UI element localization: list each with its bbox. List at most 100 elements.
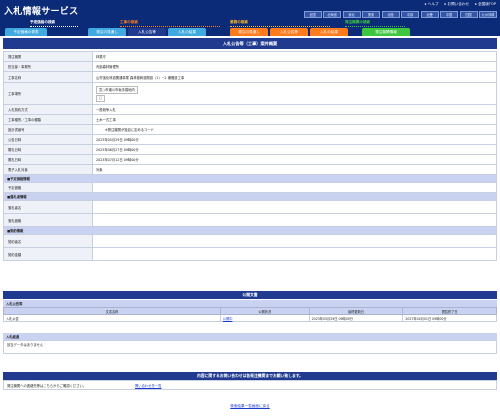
table-header-row: 文書名称 公開状況 最終更新日 閲覧終了日 — [3, 307, 497, 315]
row-value: 富○市潮川市坂手橋地内 □ — [92, 82, 497, 105]
table-row: 開札日時 2023年07月12日 09時00分 — [3, 154, 497, 165]
row-value: 土木一式工事 — [92, 114, 497, 125]
category-koji[interactable]: 工事の検索 — [120, 20, 220, 28]
region-tab-kanto[interactable]: 関東 — [362, 11, 380, 18]
nav-tabs: 予定価格の発表 発注の見通し 入札公告等 入札の結果 発注の見通し 入札公告等 … — [0, 28, 500, 36]
row-key: 公告日時 — [3, 134, 93, 145]
table-row: 電子入札対象 対象 — [3, 164, 497, 175]
document-updated: 2023年05月29日 09時00分 — [308, 314, 404, 322]
case-summary: 入札公告等（工事）案件概要 発注機関 林業庁 担当部・事務所 青部森林管理所 工事名… — [3, 38, 497, 261]
location-value: 富○市潮川市坂手橋地内 — [96, 85, 138, 94]
document-status-link[interactable]: 公開中 — [219, 314, 310, 322]
table-row: 工事種別／工事の種類 土木一式工事 — [3, 114, 497, 125]
public-documents: 公開文書 入札公告等 文書名称 公開状況 最終更新日 閲覧終了日 入札公告 公開… — [3, 291, 497, 322]
table-row: 予定価格 — [3, 182, 497, 193]
case-info-table: 発注機関 林業庁 担当部・事務所 青部森林管理所 工事名称 山村強化林道開通事業 森林… — [3, 51, 497, 261]
row-key: 開札日時 — [3, 144, 93, 155]
table-row: 落札者名 — [3, 200, 497, 214]
table-row: 設計書番号 ※発注機関が独自に定めるコード — [3, 124, 497, 135]
bid-progress-empty: 該当データはありません — [3, 340, 497, 354]
column-header: 閲覧終了日 — [402, 307, 497, 315]
documents-title: 公開文書 — [3, 291, 497, 299]
category-yotei[interactable]: 予定価格の検索 — [30, 20, 78, 28]
tab-hacchu-kikan[interactable]: 発注機関情報 — [362, 28, 410, 36]
row-key: 設計書番号 — [3, 124, 93, 135]
table-row: 契約金額 — [3, 247, 497, 261]
section-header-yotei: ■予定価格情報 — [3, 174, 497, 183]
region-tab-hokuriku[interactable]: 北陸 — [381, 11, 400, 18]
region-tab-zenkoku[interactable]: 全国 — [303, 11, 322, 18]
row-key: 落札価格 — [3, 213, 93, 227]
row-value: 青部森林管理所 — [92, 61, 497, 72]
region-tab-kinki[interactable]: 近畿 — [420, 11, 439, 18]
tab-yotei-kakaku[interactable]: 予定価格の発表 — [5, 28, 47, 36]
category-row: 予定価格の検索 工事の検索 業務の検索 発注機関の検索 — [0, 20, 500, 28]
bid-progress: 入札経過 該当データはありません — [3, 333, 497, 354]
region-tab-chubu[interactable]: 中部 — [401, 11, 419, 18]
page-title: 入札公告等（工事）案件概要 — [3, 38, 497, 49]
tab-koji-mitoshi[interactable]: 発注の見通し — [88, 28, 126, 36]
section-title: ■契約情報 — [3, 226, 497, 235]
top-links: ▸ ヘルプ ▸ お問い合わせ ▸ 全国版TOP — [425, 2, 496, 7]
category-gyomu[interactable]: 業務の検索 — [230, 20, 330, 28]
region-tab-chugoku[interactable]: 中国 — [440, 11, 458, 18]
site-header: 入札情報サービス ▸ ヘルプ ▸ お問い合わせ ▸ 全国版TOP 全国 北海道 … — [0, 0, 500, 36]
contact-body: 発注機関への連絡先等はこちらからご確認ください。 問い合わせ先一覧 — [3, 380, 497, 390]
back-link-wrap: 検索結果一覧画面に戻る — [0, 404, 500, 409]
category-hacchu[interactable]: 発注機関の検索 — [345, 20, 405, 28]
row-value: 2023年06月27日 09時00分 — [92, 144, 497, 155]
contact-link[interactable]: ▸ お問い合わせ — [445, 2, 470, 7]
help-link[interactable]: ▸ ヘルプ — [425, 2, 439, 7]
region-tab-hokkaido[interactable]: 北海道 — [323, 11, 341, 18]
region-tabs: 全国 北海道 東北 関東 北陸 中部 近畿 中国 四国 九州沖縄 — [303, 11, 497, 18]
bid-progress-head: 入札経過 — [3, 333, 497, 340]
table-row: 契約者名 — [3, 234, 497, 248]
contact-text: 発注機関への連絡先等はこちらからご確認ください。 — [7, 383, 87, 388]
row-value: 2023年07月12日 09時00分 — [92, 154, 497, 165]
document-name: 入札公告 — [3, 314, 221, 322]
row-value: ※発注機関が独自に定めるコード — [92, 124, 497, 135]
contact-title: 内容に関するお問い合わせは各発注機関までお願い致します。 — [3, 372, 497, 380]
region-tab-shikoku[interactable]: 四国 — [459, 11, 478, 18]
tab-gyomu-kokoku[interactable]: 入札公告等 — [270, 28, 308, 36]
contact-section: 内容に関するお問い合わせは各発注機関までお願い致します。 発注機関への連絡先等は… — [3, 372, 497, 390]
row-key: 発注機関 — [3, 51, 93, 62]
row-value — [92, 247, 497, 261]
tab-gyomu-kekka[interactable]: 入札の結果 — [310, 28, 348, 36]
row-key: 契約者名 — [3, 234, 93, 248]
row-value: 2023年05月29日 09時00分 — [92, 134, 497, 145]
section-title: ■予定価格情報 — [3, 174, 497, 183]
row-key: 担当部・事務所 — [3, 61, 93, 72]
region-tab-tohoku[interactable]: 東北 — [342, 11, 361, 18]
row-value — [92, 200, 497, 214]
row-key: 電子入札対象 — [3, 164, 93, 175]
section-header-keiyaku: ■契約情報 — [3, 226, 497, 235]
region-tab-kyushu[interactable]: 九州沖縄 — [479, 11, 497, 18]
table-row: 工事場所 富○市潮川市坂手橋地内 □ — [3, 82, 497, 105]
table-row: 開札日時 2023年06月27日 09時00分 — [3, 144, 497, 155]
location-extra: □ — [96, 94, 106, 102]
row-key: 入札契約方式 — [3, 104, 93, 115]
row-value — [92, 213, 497, 227]
column-header: 最終更新日 — [308, 307, 404, 315]
contact-list-link[interactable]: 問い合わせ先一覧 — [135, 383, 161, 388]
tab-gyomu-mitoshi[interactable]: 発注の見通し — [230, 28, 268, 36]
tab-koji-kokoku[interactable]: 入札公告等 — [128, 28, 166, 36]
column-header: 公開状況 — [219, 307, 310, 315]
row-value: 対象 — [92, 164, 497, 175]
row-key: 落札者名 — [3, 200, 93, 214]
table-row: 担当部・事務所 青部森林管理所 — [3, 61, 497, 72]
documents-table: 文書名称 公開状況 最終更新日 閲覧終了日 入札公告 公開中 2023年05月2… — [3, 307, 497, 322]
site-logo[interactable]: 入札情報サービス — [4, 4, 78, 17]
tab-koji-kekka[interactable]: 入札の結果 — [168, 28, 206, 36]
row-value: 林業庁 — [92, 51, 497, 62]
table-row: 入札契約方式 一般競争入札 — [3, 104, 497, 115]
row-value: 一般競争入札 — [92, 104, 497, 115]
national-top-link[interactable]: ▸ 全国版TOP — [475, 2, 496, 7]
row-key: 工事名称 — [3, 71, 93, 83]
section-header-rakusatsu: ■落札者情報 — [3, 192, 497, 201]
row-value: 山村強化林道開通事業 森林基幹道開設（1）−2 補聞設工事 — [92, 71, 497, 83]
back-to-results-link[interactable]: 検索結果一覧画面に戻る — [230, 404, 270, 408]
row-key: 工事種別／工事の種類 — [3, 114, 93, 125]
row-key: 工事場所 — [3, 82, 93, 105]
